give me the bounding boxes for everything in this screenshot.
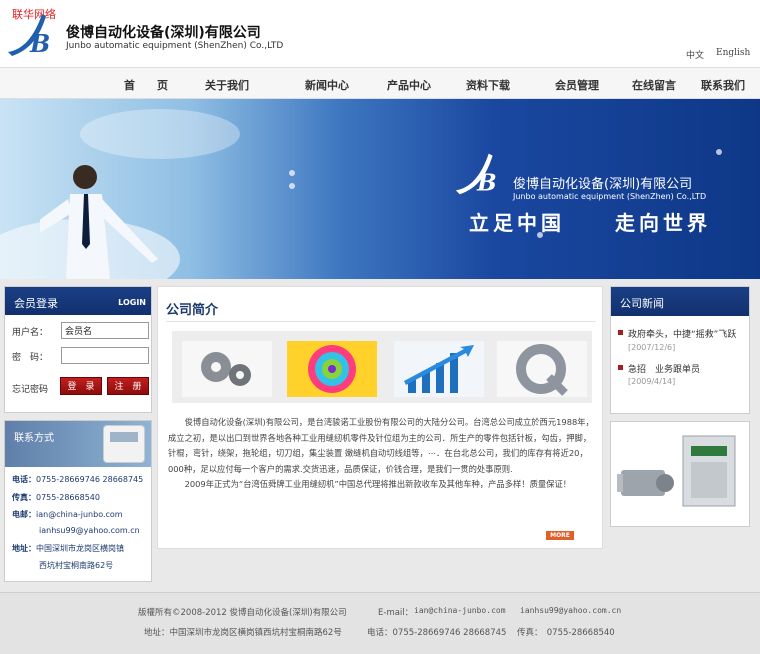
login-button[interactable]: 登 录	[60, 377, 102, 395]
fax-label: 传真：	[12, 493, 36, 502]
footer-copyright: 版權所有©2008-2012 俊博自动化设备(深圳)有限公司	[138, 608, 347, 618]
register-button[interactable]: 注 册	[107, 377, 149, 395]
decor-dot	[289, 170, 295, 176]
contact-email: 电邮：ian@china-junbo.com	[12, 509, 123, 520]
intro-gallery	[172, 331, 592, 403]
metal-letter-image[interactable]	[497, 341, 587, 397]
intro-text: 俊博自动化设备(深圳)有限公司，是台湾骏诺工业股份有限公司的大陆分公司。台湾总公…	[168, 415, 596, 493]
news-panel: 公司新闻 政府牵头，中捷“摇救”飞跃 [2007/12/6] 急招 业务跟单员 …	[610, 286, 750, 414]
contact-address: 地址：中国深圳市龙岗区横岗镇	[12, 543, 124, 554]
logo-icon[interactable]: B	[4, 8, 62, 58]
fax-value: 0755-28668540	[36, 493, 100, 502]
banner-logo-icon: B	[455, 153, 497, 196]
nav-messages[interactable]: 在线留言	[632, 77, 676, 93]
telephone-icon	[103, 425, 145, 463]
phone-label: 电话：	[12, 475, 36, 484]
footer-email-1[interactable]: ian@china-junbo.com	[414, 606, 506, 615]
svg-text:B: B	[29, 29, 50, 58]
forgot-password-link[interactable]: 忘记密码	[12, 382, 48, 395]
intro-title: 公司简介	[166, 303, 219, 318]
nav-home[interactable]: 首 页	[124, 77, 168, 93]
news-item-date: [2007/12/6]	[628, 343, 676, 352]
lang-english-link[interactable]: English	[716, 48, 750, 58]
company-name-en: Junbo automatic equipment (ShenZhen) Co.…	[66, 41, 284, 51]
news-item[interactable]: 急招 业务跟单员	[617, 362, 700, 375]
man-figure-image	[40, 165, 158, 279]
login-header: 会员登录 LOGIN	[5, 287, 151, 315]
intro-divider	[166, 321, 596, 322]
news-item-title[interactable]: 急招 业务跟单员	[619, 365, 700, 375]
hero-banner: B 俊博自动化设备(深圳)有限公司 Junbo automatic equipm…	[0, 99, 760, 279]
contact-fax: 传真：0755-28668540	[12, 492, 100, 503]
footer-address: 地址：中国深圳市龙岗区横岗镇西坑村宝桐南路62号	[144, 628, 342, 638]
banner-company-cn: 俊博自动化设备(深圳)有限公司	[513, 177, 693, 192]
product-showcase-panel	[610, 421, 750, 527]
intro-paragraph-1: 俊博自动化设备(深圳)有限公司，是台湾骏诺工业股份有限公司的大陆分公司。台湾总公…	[168, 417, 594, 474]
footer-email-2[interactable]: ianhsu99@yahoo.com.cn	[520, 606, 621, 615]
svg-text:B: B	[476, 169, 497, 196]
contact-phone: 电话：0755-28669746 28668745	[12, 474, 143, 485]
lang-chinese-link[interactable]: 中文	[686, 48, 704, 61]
banner-slogan-left: 立足中国	[469, 211, 565, 235]
nav-news[interactable]: 新闻中心	[305, 77, 349, 93]
login-title-en: LOGIN	[118, 298, 146, 307]
nav-downloads[interactable]: 资料下载	[466, 77, 510, 93]
email-value-1[interactable]: ian@china-junbo.com	[36, 510, 123, 519]
nav-members[interactable]: 会员管理	[555, 77, 599, 93]
banner-company-en: Junbo automatic equipment (ShenZhen) Co.…	[513, 192, 707, 201]
password-label: 密 码：	[12, 353, 49, 363]
password-input[interactable]	[61, 347, 149, 364]
nav-about[interactable]: 关于我们	[205, 77, 249, 93]
email-value-2[interactable]: ianhsu99@yahoo.com.cn	[39, 526, 140, 535]
contact-title: 联系方式	[14, 433, 54, 444]
address-line-1: 中国深圳市龙岗区横岗镇	[36, 544, 124, 553]
product-machine-image[interactable]	[611, 422, 749, 526]
site-footer: 版權所有©2008-2012 俊博自动化设备(深圳)有限公司 E-mail： i…	[0, 592, 760, 654]
address-line-2: 西坑村宝桐南路62号	[39, 561, 114, 570]
more-button[interactable]: MORE	[546, 531, 574, 540]
gears-image[interactable]	[182, 341, 272, 397]
decor-dot	[289, 183, 295, 189]
phone-value: 0755-28669746 28668745	[36, 475, 144, 484]
colorful-spiral-image[interactable]	[287, 341, 377, 397]
decor-dot	[716, 149, 722, 155]
email-label: 电邮：	[12, 510, 36, 519]
news-item-title[interactable]: 政府牵头，中捷“摇救”飞跃	[619, 330, 736, 340]
news-item[interactable]: 政府牵头，中捷“摇救”飞跃	[617, 327, 736, 340]
news-item-date: [2009/4/14]	[628, 377, 676, 386]
intro-paragraph-2: 2009年正式为“台湾伍舜牌工业用缝纫机”中国总代理将推出新款收车及其他车种，产…	[168, 479, 572, 489]
footer-fax: 传真： 0755-28668540	[517, 628, 615, 638]
business-chart-image[interactable]	[394, 341, 484, 397]
footer-phone: 电话：0755-28669746 28668745	[367, 628, 507, 638]
company-name-cn: 俊博自动化设备(深圳)有限公司	[66, 25, 261, 41]
username-label: 用户名：	[12, 328, 49, 338]
banner-slogan-right: 走向世界	[615, 211, 711, 235]
news-title: 公司新闻	[611, 287, 749, 316]
site-header: 联华网络 B 俊博自动化设备(深圳)有限公司 Junbo automatic e…	[0, 0, 760, 67]
username-input[interactable]	[61, 322, 149, 339]
nav-contact[interactable]: 联系我们	[701, 77, 745, 93]
nav-products[interactable]: 产品中心	[387, 77, 431, 93]
contact-header: 联系方式	[5, 421, 151, 467]
address-label: 地址：	[12, 544, 36, 553]
footer-email-label: E-mail：	[378, 608, 414, 618]
main-nav: 首 页 关于我们 新闻中心 产品中心 资料下载 会员管理 在线留言 联系我们	[0, 67, 760, 99]
login-panel: 会员登录 LOGIN 用户名： 密 码： 忘记密码 登 录 注 册	[4, 286, 152, 413]
contact-panel: 联系方式 电话：0755-28669746 28668745 传真：0755-2…	[4, 420, 152, 582]
company-intro-panel: 公司简介 俊博自动化设备(深圳)有限公司，是台湾骏诺工业股份有限公司的大陆分公司…	[157, 286, 603, 549]
login-title: 会员登录	[14, 297, 58, 310]
